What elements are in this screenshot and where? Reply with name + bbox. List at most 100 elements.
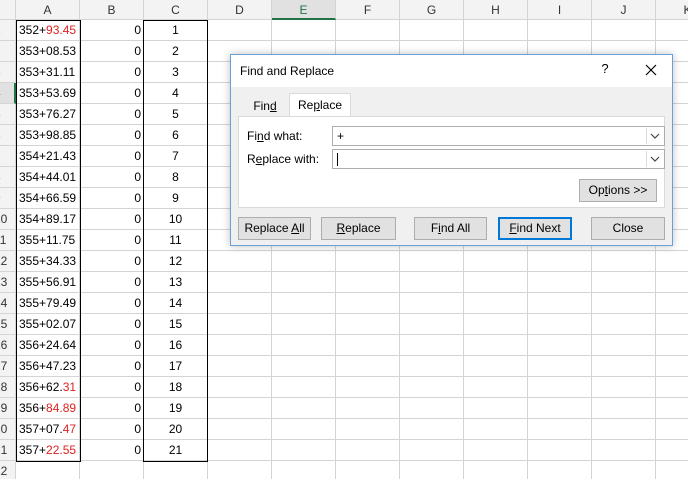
cell-a[interactable]: 354+89.17 <box>17 209 79 230</box>
cell-c[interactable]: 9 <box>144 188 207 209</box>
cell-b[interactable]: 0 <box>80 146 143 167</box>
row-header[interactable]: 4 <box>0 83 16 104</box>
row-header[interactable]: 9 <box>0 188 16 209</box>
cell-b[interactable]: 0 <box>80 188 143 209</box>
tab-find[interactable]: Find <box>240 95 290 117</box>
cell-c[interactable]: 11 <box>144 230 207 251</box>
cell-b[interactable]: 0 <box>80 167 143 188</box>
column-header-i[interactable]: I <box>528 0 592 20</box>
column-header-e[interactable]: E <box>272 0 336 20</box>
cell-b[interactable]: 0 <box>80 440 143 461</box>
cell-b[interactable]: 0 <box>80 83 143 104</box>
cell-c[interactable]: 15 <box>144 314 207 335</box>
row-header[interactable]: 12 <box>0 251 16 272</box>
cell-a[interactable]: 354+44.01 <box>17 167 79 188</box>
row-header[interactable]: 19 <box>0 398 16 419</box>
column-header-h[interactable]: H <box>464 0 528 20</box>
row-header[interactable]: 2 <box>0 41 16 62</box>
row-header[interactable]: 15 <box>0 314 16 335</box>
row-header[interactable]: 5 <box>0 104 16 125</box>
replace-with-input[interactable] <box>332 149 665 169</box>
cell-c[interactable]: 2 <box>144 41 207 62</box>
cell-c[interactable]: 10 <box>144 209 207 230</box>
help-button[interactable]: ? <box>597 61 613 79</box>
cell-c[interactable]: 19 <box>144 398 207 419</box>
column-header-f[interactable]: F <box>336 0 400 20</box>
row-header[interactable]: 10 <box>0 209 16 230</box>
cell-b[interactable]: 0 <box>80 335 143 356</box>
select-all-corner[interactable] <box>0 0 16 20</box>
replace-all-button[interactable]: Replace All <box>238 217 311 240</box>
cell-b[interactable]: 0 <box>80 125 143 146</box>
cell-a[interactable]: 356+62.31 <box>17 377 79 398</box>
cell-b[interactable]: 0 <box>80 398 143 419</box>
cell-a[interactable]: 356+84.89 <box>17 398 79 419</box>
cell-c[interactable]: 12 <box>144 251 207 272</box>
cell-a[interactable]: 353+76.27 <box>17 104 79 125</box>
find-what-input[interactable]: + <box>332 126 665 146</box>
cell-a[interactable]: 354+21.43 <box>17 146 79 167</box>
cell-a[interactable]: 355+79.49 <box>17 293 79 314</box>
cell-a[interactable]: 355+11.75 <box>17 230 79 251</box>
cell-c[interactable]: 6 <box>144 125 207 146</box>
cell-b[interactable]: 0 <box>80 251 143 272</box>
cell-c[interactable]: 21 <box>144 440 207 461</box>
cell-c[interactable]: 5 <box>144 104 207 125</box>
cell-c[interactable]: 20 <box>144 419 207 440</box>
cell-a[interactable]: 354+66.59 <box>17 188 79 209</box>
cell-a[interactable]: 353+53.69 <box>17 83 79 104</box>
cell-a[interactable]: 353+98.85 <box>17 125 79 146</box>
cell-a[interactable]: 352+93.45 <box>17 20 79 41</box>
find-all-button[interactable]: Find All <box>414 217 487 240</box>
row-header[interactable]: 1 <box>0 20 16 41</box>
cell-c[interactable]: 4 <box>144 83 207 104</box>
cell-a[interactable] <box>17 461 79 479</box>
cell-c[interactable]: 16 <box>144 335 207 356</box>
cell-c[interactable]: 8 <box>144 167 207 188</box>
row-header[interactable]: 22 <box>0 461 16 479</box>
cell-b[interactable]: 0 <box>80 314 143 335</box>
row-header[interactable]: 3 <box>0 62 16 83</box>
cell-a[interactable]: 355+56.91 <box>17 272 79 293</box>
cell-a[interactable]: 356+47.23 <box>17 356 79 377</box>
row-header[interactable]: 21 <box>0 440 16 461</box>
cell-a[interactable]: 357+22.55 <box>17 440 79 461</box>
cell-b[interactable]: 0 <box>80 209 143 230</box>
column-header-g[interactable]: G <box>400 0 464 20</box>
options-button[interactable]: Options >> <box>579 179 657 202</box>
row-header[interactable]: 11 <box>0 230 16 251</box>
cell-b[interactable]: 0 <box>80 377 143 398</box>
row-header[interactable]: 17 <box>0 356 16 377</box>
row-header[interactable]: 14 <box>0 293 16 314</box>
cell-a[interactable]: 357+07.47 <box>17 419 79 440</box>
cell-c[interactable]: 18 <box>144 377 207 398</box>
cell-c[interactable] <box>144 461 207 479</box>
replace-button[interactable]: Replace <box>321 217 396 240</box>
cell-b[interactable]: 0 <box>80 356 143 377</box>
cell-b[interactable] <box>80 461 143 479</box>
close-icon[interactable] <box>641 60 661 80</box>
cell-c[interactable]: 3 <box>144 62 207 83</box>
row-header[interactable]: 7 <box>0 146 16 167</box>
close-button[interactable]: Close <box>591 217 665 240</box>
cell-c[interactable]: 17 <box>144 356 207 377</box>
row-header[interactable]: 16 <box>0 335 16 356</box>
cell-b[interactable]: 0 <box>80 293 143 314</box>
cell-c[interactable]: 14 <box>144 293 207 314</box>
cell-b[interactable]: 0 <box>80 62 143 83</box>
chevron-down-icon[interactable] <box>646 128 663 144</box>
cell-a[interactable]: 353+31.11 <box>17 62 79 83</box>
row-header[interactable]: 8 <box>0 167 16 188</box>
row-header[interactable]: 20 <box>0 419 16 440</box>
cell-b[interactable]: 0 <box>80 104 143 125</box>
tab-replace[interactable]: Replace <box>289 93 351 117</box>
column-header-k[interactable]: K <box>656 0 688 20</box>
cell-b[interactable]: 0 <box>80 20 143 41</box>
cell-b[interactable]: 0 <box>80 272 143 293</box>
row-header[interactable]: 6 <box>0 125 16 146</box>
row-header[interactable]: 13 <box>0 272 16 293</box>
cell-c[interactable]: 1 <box>144 20 207 41</box>
dialog-titlebar[interactable]: Find and Replace ? <box>231 55 672 87</box>
cell-a[interactable]: 355+02.07 <box>17 314 79 335</box>
column-header-a[interactable]: A <box>16 0 80 20</box>
